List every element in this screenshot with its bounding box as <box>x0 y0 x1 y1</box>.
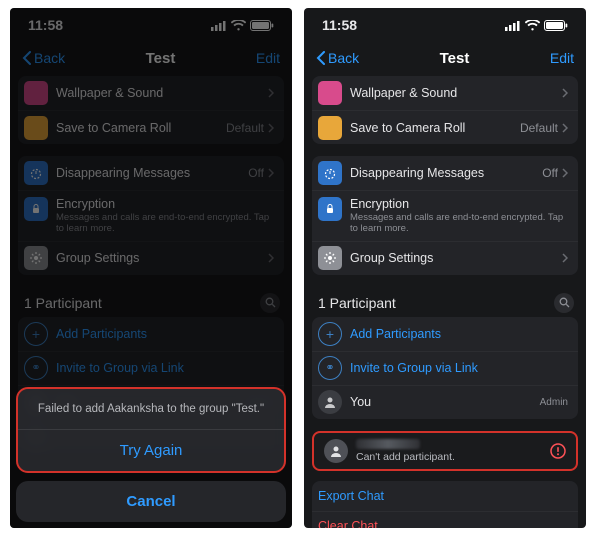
chevron-right-icon <box>562 168 568 178</box>
row-label: Clear Chat <box>318 519 568 528</box>
status-time: 11:58 <box>322 17 357 33</box>
chevron-right-icon <box>562 88 568 98</box>
row-export-chat[interactable]: Export Chat <box>312 481 578 511</box>
chevron-right-icon <box>562 253 568 263</box>
row-label: Save to Camera Roll <box>350 121 520 135</box>
link-icon: ⚭ <box>318 356 342 380</box>
row-disappearing[interactable]: Disappearing Messages Off <box>312 156 578 190</box>
action-sheet-card: Failed to add Aakanksha to the group "Te… <box>16 387 286 473</box>
screen-a: 11:58 Back Test Edit Wallpaper & Sound <box>10 8 292 528</box>
row-label: Export Chat <box>318 489 568 503</box>
try-again-button[interactable]: Try Again <box>18 430 284 471</box>
participant-role: Admin <box>540 397 568 408</box>
status-bar: 11:58 <box>304 8 586 42</box>
row-label: You <box>350 395 540 409</box>
section-head-label: 1 Participant <box>318 295 396 311</box>
avatar <box>318 390 342 414</box>
warning-icon <box>550 443 566 459</box>
screen-b: 11:58 Back Test Edit Wallpaper & Sound <box>304 8 586 528</box>
camera-roll-icon <box>318 116 342 140</box>
row-value: Off <box>542 166 558 180</box>
wallpaper-icon <box>318 81 342 105</box>
nav-back[interactable]: Back <box>316 50 359 66</box>
wifi-icon <box>525 20 540 31</box>
lock-icon <box>318 197 342 221</box>
row-participant-you[interactable]: You Admin <box>312 385 578 419</box>
settings-group-1: Wallpaper & Sound Save to Camera Roll De… <box>312 76 578 144</box>
danger-group-1: Export Chat Clear Chat <box>312 481 578 528</box>
sheet-message: Failed to add Aakanksha to the group "Te… <box>18 389 284 430</box>
row-label: Encryption Messages and calls are end-to… <box>350 197 568 235</box>
settings-group-2: Disappearing Messages Off Encryption Mes… <box>312 156 578 275</box>
participants-group: + Add Participants ⚭ Invite to Group via… <box>312 317 578 419</box>
nav-back-label: Back <box>328 50 359 66</box>
chevron-left-icon <box>316 51 326 65</box>
search-icon <box>559 297 570 308</box>
row-encryption[interactable]: Encryption Messages and calls are end-to… <box>312 190 578 241</box>
row-label: Disappearing Messages <box>350 166 542 180</box>
participants-header: 1 Participant <box>304 287 586 317</box>
timer-icon <box>318 161 342 185</box>
row-label: Invite to Group via Link <box>350 361 568 375</box>
signal-icon <box>505 20 521 31</box>
redacted-name <box>356 439 420 449</box>
gear-icon <box>318 246 342 270</box>
row-add-participants[interactable]: + Add Participants <box>312 317 578 351</box>
row-wallpaper[interactable]: Wallpaper & Sound <box>312 76 578 110</box>
battery-icon <box>544 20 568 31</box>
status-icons <box>505 20 568 31</box>
nav-title: Test <box>440 50 470 67</box>
row-save-camera[interactable]: Save to Camera Roll Default <box>312 110 578 144</box>
action-sheet: Failed to add Aakanksha to the group "Te… <box>16 387 286 522</box>
row-label: Group Settings <box>350 251 562 265</box>
row-clear-chat[interactable]: Clear Chat <box>312 511 578 528</box>
row-participant-error[interactable]: Can't add participant. <box>312 431 578 471</box>
plus-icon: + <box>318 322 342 346</box>
row-invite-link[interactable]: ⚭ Invite to Group via Link <box>312 351 578 385</box>
avatar <box>324 439 348 463</box>
row-label: Wallpaper & Sound <box>350 86 562 100</box>
chevron-right-icon <box>562 123 568 133</box>
nav-bar: Back Test Edit <box>304 42 586 74</box>
row-value: Default <box>520 121 558 135</box>
error-text-wrap: Can't add participant. <box>356 439 455 463</box>
nav-edit[interactable]: Edit <box>550 50 574 66</box>
error-message: Can't add participant. <box>356 451 455 463</box>
row-group-settings[interactable]: Group Settings <box>312 241 578 275</box>
row-label: Add Participants <box>350 327 568 341</box>
cancel-button[interactable]: Cancel <box>16 481 286 522</box>
search-button[interactable] <box>554 293 574 313</box>
